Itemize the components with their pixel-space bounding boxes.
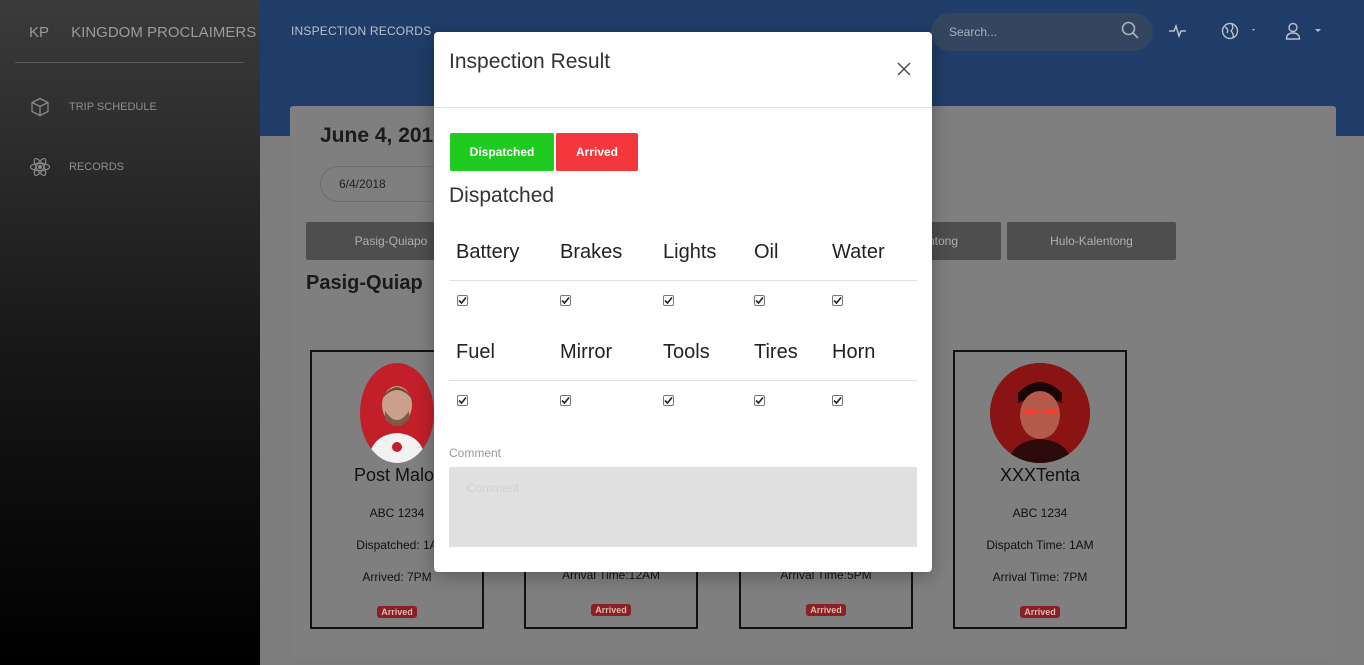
check-label-battery: Battery bbox=[456, 241, 520, 263]
driver-plate: ABC 1234 bbox=[1012, 506, 1068, 520]
driver-dispatch-time: Dispatch Time: 1AM bbox=[986, 538, 1094, 552]
sidebar-item-records[interactable]: RECORDS bbox=[29, 156, 124, 178]
check-label-tools: Tools bbox=[663, 341, 710, 363]
sidebar-item-label: RECORDS bbox=[69, 161, 125, 173]
search-bar[interactable] bbox=[931, 13, 1153, 51]
checkbox-fuel[interactable] bbox=[457, 395, 468, 406]
check-label-mirror: Mirror bbox=[560, 341, 613, 363]
route-title: Pasig-Quiap bbox=[306, 272, 423, 294]
check-label-tires: Tires bbox=[754, 341, 798, 363]
checkbox-battery[interactable] bbox=[457, 295, 468, 306]
atom-icon bbox=[29, 156, 51, 178]
brand-mini: KP bbox=[29, 24, 50, 41]
sidebar-item-trip-schedule[interactable]: TRIP SCHEDULE bbox=[29, 96, 157, 118]
page-title: INSPECTION RECORDS bbox=[291, 24, 432, 38]
tab-arrived[interactable]: Arrived bbox=[556, 133, 638, 171]
check-label-water: Water bbox=[832, 241, 885, 263]
check-label-horn: Horn bbox=[832, 341, 876, 363]
checkbox-tires[interactable] bbox=[754, 395, 765, 406]
section-title: Dispatched bbox=[449, 184, 555, 207]
avatar bbox=[360, 363, 434, 463]
row-divider bbox=[449, 380, 917, 381]
checkbox-oil[interactable] bbox=[754, 295, 765, 306]
inspection-result-modal: Inspection Result Dispatched Arrived Dis… bbox=[434, 32, 932, 572]
close-icon[interactable] bbox=[894, 59, 914, 79]
search-input[interactable] bbox=[949, 25, 1121, 39]
row-divider bbox=[449, 280, 917, 281]
check-label-fuel: Fuel bbox=[456, 341, 495, 363]
driver-arrival-time: Arrived: 7PM bbox=[362, 570, 432, 584]
checkbox-horn[interactable] bbox=[832, 395, 843, 406]
check-label-lights: Lights bbox=[663, 241, 717, 263]
tab-dispatched[interactable]: Dispatched bbox=[450, 133, 554, 171]
brand-name: KINGDOM PROCLAIMERS bbox=[71, 24, 257, 41]
driver-name: XXXTenta bbox=[999, 465, 1081, 485]
user-icon[interactable] bbox=[1285, 22, 1325, 40]
checkbox-brakes[interactable] bbox=[560, 295, 571, 306]
sidebar: KP KINGDOM PROCLAIMERS TRIP SCHEDULE REC… bbox=[0, 0, 260, 665]
search-icon[interactable] bbox=[1121, 21, 1139, 44]
check-label-oil: Oil bbox=[754, 241, 779, 263]
brand[interactable]: KP KINGDOM PROCLAIMERS bbox=[29, 24, 256, 41]
modal-header: Inspection Result bbox=[434, 32, 932, 108]
status-badge: Arrived bbox=[377, 606, 417, 618]
sidebar-item-label: TRIP SCHEDULE bbox=[69, 101, 157, 113]
checkbox-mirror[interactable] bbox=[560, 395, 571, 406]
avatar bbox=[990, 363, 1090, 463]
status-badge: Arrived bbox=[591, 604, 631, 616]
driver-arrival-time: Arrival Time: 7PM bbox=[992, 570, 1088, 584]
globe-icon[interactable] bbox=[1221, 22, 1255, 40]
sidebar-divider bbox=[15, 62, 244, 63]
status-badge: Arrived bbox=[1020, 606, 1060, 618]
status-badge: Arrived bbox=[806, 604, 846, 616]
date-heading: June 4, 201 bbox=[320, 124, 434, 147]
checkbox-lights[interactable] bbox=[663, 295, 674, 306]
checkbox-water[interactable] bbox=[832, 295, 843, 306]
check-label-brakes: Brakes bbox=[560, 241, 623, 263]
comment-field[interactable] bbox=[449, 467, 917, 547]
driver-card[interactable]: XXXTenta ABC 1234 Dispatch Time: 1AM Arr… bbox=[953, 350, 1127, 629]
activity-icon[interactable] bbox=[1169, 23, 1187, 39]
route-button-hulo-kalentong[interactable]: Hulo-Kalentong bbox=[1007, 222, 1176, 260]
comment-label: Comment bbox=[449, 446, 502, 460]
modal-title: Inspection Result bbox=[449, 50, 611, 73]
checkbox-tools[interactable] bbox=[663, 395, 674, 406]
cube-icon bbox=[29, 96, 51, 118]
